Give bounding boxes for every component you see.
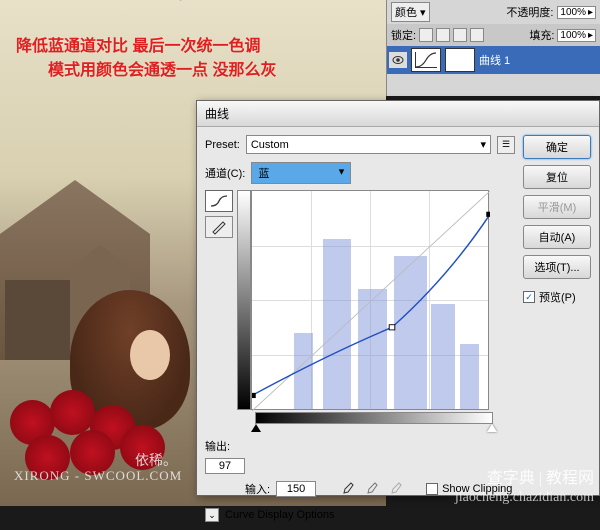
chevron-down-icon: ⌄ [208,510,216,521]
layer-row-curves[interactable]: 曲线 1 [387,46,600,74]
channel-label: 通道(C): [205,165,245,181]
preset-menu-button[interactable]: ☰ [497,136,515,154]
show-clipping-checkbox[interactable] [426,483,438,495]
opacity-input[interactable]: 100% ▸ [557,6,596,19]
blend-mode-dropdown[interactable]: 颜色 ▾ [391,2,430,22]
auto-button[interactable]: 自动(A) [523,225,591,249]
eyedropper-icon [390,482,404,496]
site-watermark-url: jiaocheng.chazidian.com [455,490,594,506]
black-eyedropper[interactable] [340,480,358,498]
white-eyedropper[interactable] [388,480,406,498]
annotation-line-2: 模式用颜色会通透一点 没那么灰 [48,56,276,80]
dialog-title: 曲线 [205,105,229,122]
layer-thumb-mask[interactable] [445,48,475,72]
lock-transparency-icon[interactable] [419,28,433,42]
watermark-url: XIRONG - SWCOOL.COM [14,468,182,484]
preview-checkbox[interactable]: ✓ [523,291,535,303]
dialog-titlebar[interactable]: 曲线 [197,101,599,127]
fill-input[interactable]: 100% ▸ [557,29,596,42]
channel-dropdown[interactable]: 蓝 ▾ [251,162,351,184]
photo-roses [0,380,200,506]
opacity-label: 不透明度: [506,4,553,20]
eyedropper-icon [342,482,356,496]
eye-icon [392,55,404,65]
visibility-toggle[interactable] [389,52,407,68]
eyedropper-icon [366,482,380,496]
lock-label: 锁定: [391,27,416,43]
output-gradient [237,190,251,410]
lock-pixels-icon[interactable] [436,28,450,42]
chevron-down-icon: ▾ [420,6,426,19]
preset-dropdown[interactable]: Custom ▾ [246,135,491,154]
lock-position-icon[interactable] [453,28,467,42]
layers-panel: 颜色 ▾ 不透明度: 100% ▸ 锁定: 填充: 100% ▸ 曲线 1 [386,0,600,96]
curve-svg [252,191,490,411]
black-point-slider[interactable] [251,424,261,432]
curve-point-tool[interactable] [205,190,233,212]
blend-mode-value: 颜色 [395,4,417,20]
options-button[interactable]: 选项(T)... [523,255,591,279]
preview-label: 预览(P) [539,289,576,305]
curve-tool-icon [209,193,229,209]
chevron-right-icon: ▸ [588,30,593,41]
annotation-line-1: 降低蓝通道对比 最后一次统一色调 [16,32,260,56]
site-watermark-title: 查字典 | 教程网 [487,464,594,488]
output-label: 输出: [205,438,230,454]
menu-icon: ☰ [502,139,510,150]
input-label: 输入: [245,481,270,497]
ok-button[interactable]: 确定 [523,135,591,159]
channel-value: 蓝 [258,165,269,181]
chevron-down-icon: ▾ [480,138,486,151]
white-point-slider[interactable] [487,424,497,432]
layer-name-label: 曲线 1 [479,52,510,68]
chevron-down-icon: ▾ [339,165,345,181]
output-value-input[interactable]: 97 [205,458,245,474]
cancel-button[interactable]: 复位 [523,165,591,189]
chevron-right-icon: ▸ [588,7,593,18]
preset-label: Preset: [205,139,240,151]
gray-eyedropper[interactable] [364,480,382,498]
lock-all-icon[interactable] [470,28,484,42]
curve-pencil-tool[interactable] [205,216,233,238]
display-options-toggle[interactable]: ⌄ [205,508,219,522]
layer-thumb-curves[interactable] [411,48,441,72]
pencil-icon [210,219,228,235]
fill-label: 填充: [529,27,554,43]
input-gradient [255,412,493,424]
curves-icon [412,49,440,71]
watermark-name: 依稀。 [135,450,177,470]
curves-graph[interactable] [251,190,489,410]
preset-value: Custom [251,139,289,151]
curves-dialog: 曲线 Preset: Custom ▾ ☰ 通道(C): 蓝 ▾ [196,100,600,496]
smooth-button[interactable]: 平滑(M) [523,195,591,219]
input-value-input[interactable]: 150 [276,481,316,497]
display-options-label: Curve Display Options [225,509,334,521]
